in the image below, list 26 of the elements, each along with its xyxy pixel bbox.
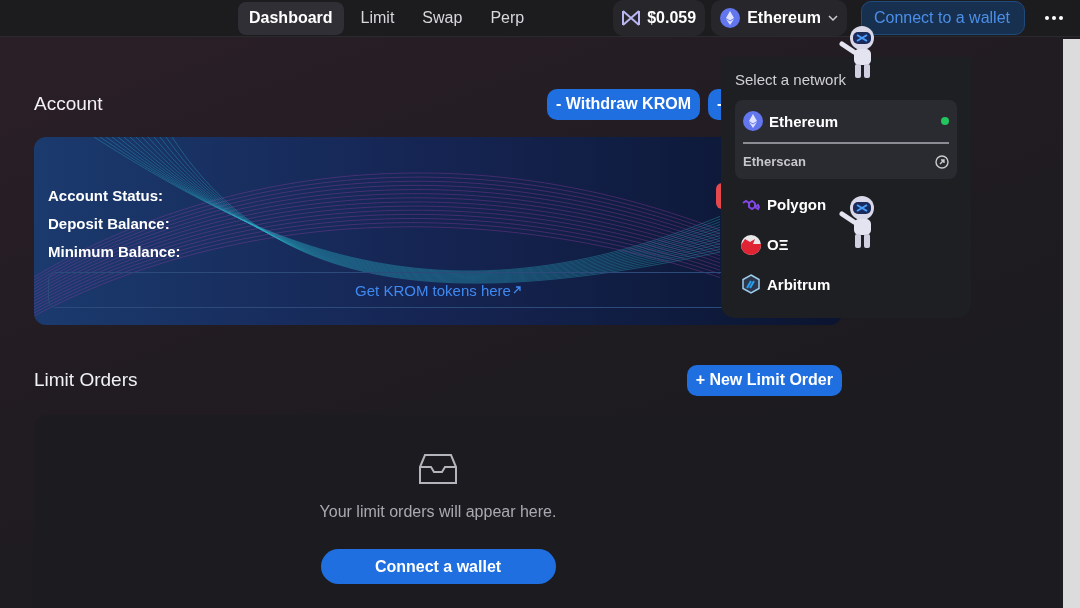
explorer-link[interactable]: Etherscan — [743, 142, 949, 179]
connect-wallet-button[interactable]: Connect to a wallet — [860, 1, 1025, 35]
section-title: Account — [34, 93, 103, 115]
network-name: Ethereum — [769, 112, 839, 130]
connect-wallet-button[interactable]: Connect a wallet — [320, 549, 556, 584]
network-selector[interactable]: Ethereum — [711, 0, 847, 36]
nav-tab[interactable]: Limit — [349, 1, 406, 35]
section-title: Limit Orders — [34, 369, 138, 391]
nav-tab[interactable]: Swap — [411, 1, 474, 35]
menu-title: Select a network — [735, 71, 847, 88]
network-name: Ethereum — [747, 9, 821, 27]
new-limit-order-button[interactable]: + New Limit Order — [686, 364, 842, 396]
network-option[interactable]: OΞ — [735, 224, 957, 265]
get-tokens-link[interactable]: Get KROM tokens here — [355, 281, 511, 299]
network-option[interactable]: Arbitrum — [735, 264, 957, 304]
token-price: $0.059 — [647, 9, 697, 27]
price-chip[interactable]: $0.059 — [613, 0, 706, 36]
withdraw-button[interactable]: - Withdraw KROM — [547, 88, 700, 120]
network-option[interactable]: Polygon — [735, 185, 957, 225]
selected-network-card[interactable]: Ethereum Etherscan — [735, 100, 957, 179]
field-label: Account Status: — [48, 187, 163, 204]
nav-tab[interactable]: Dashboard — [238, 1, 344, 35]
field-label: Minimum Balance: — [48, 243, 181, 260]
field-label: Deposit Balance: — [48, 215, 170, 232]
empty-message: Your limit orders will appear here. — [319, 503, 557, 521]
nav-tab[interactable]: Perp — [479, 1, 536, 35]
